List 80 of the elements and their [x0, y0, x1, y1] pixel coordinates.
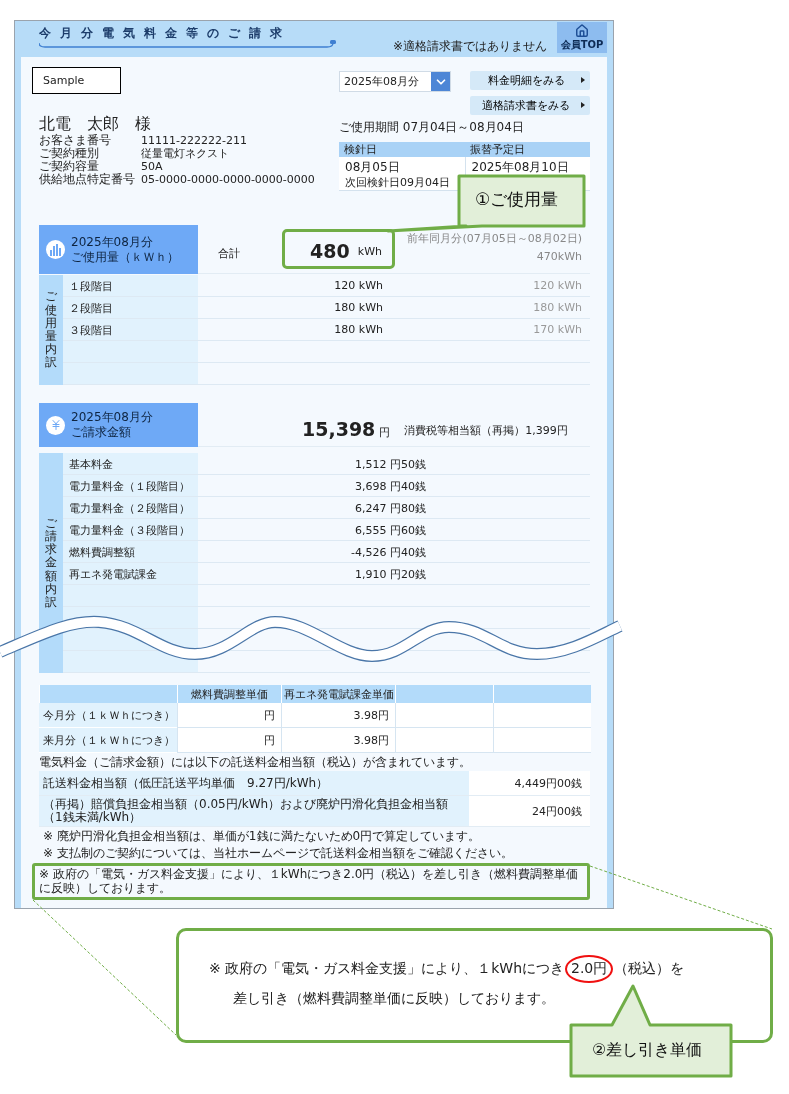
- previous-year-total: 470kWh: [536, 250, 582, 263]
- customer-name: 北電 太郎 様: [39, 114, 152, 134]
- row-label: 託送料金相当額（低圧託送平均単価 9.27円/kWh）: [39, 771, 469, 795]
- row-value: 180 kWh: [333, 322, 384, 338]
- row-label: 再エネ発電賦課金: [63, 563, 198, 584]
- total-label: 合計: [218, 245, 240, 261]
- info-value: 従量電灯ネクスト: [141, 147, 230, 160]
- row-label: （再掲）賠償負担金相当額（0.05円/kWh）および廃炉円滑化負担金相当額（1銭未満/kWh）: [39, 796, 469, 826]
- link-button[interactable]: 適格請求書をみる: [470, 96, 590, 115]
- info-value: 05-0000-0000-0000-0000-0000: [141, 173, 316, 186]
- row-label: ３段階目: [63, 319, 198, 340]
- notice-text: ※適格請求書ではありません: [392, 40, 547, 52]
- row-value: 1,512 円50銭: [354, 457, 427, 473]
- callout-label: ②差し引き単価: [592, 1040, 703, 1061]
- row-label: 電力量料金（３段階目）: [63, 519, 198, 540]
- info-value: 11111-222222-211: [141, 134, 248, 147]
- transfer-date: 2025年08月10日: [471, 160, 570, 175]
- caret-icon: [581, 77, 585, 83]
- bar-chart-icon: [46, 240, 65, 259]
- previous-value: 180 kWh: [532, 300, 583, 316]
- row-label: １段階目: [63, 275, 198, 296]
- column-header: 再エネ発電賦課金単価: [281, 685, 395, 703]
- month-select[interactable]: 2025年08月分: [339, 71, 451, 92]
- callout-label: ①ご使用量: [475, 188, 559, 211]
- row-value: 6,555 円60銭: [354, 523, 427, 539]
- row-label: 電力量料金（１段階目）: [63, 475, 198, 496]
- footnote: ※ 支払制のご契約については、当社ホームページで託送料金相当額をご確認ください。: [43, 846, 514, 860]
- caret-icon: [581, 102, 585, 108]
- info-value: 50A: [141, 160, 164, 173]
- member-top-button[interactable]: 会員TOP: [557, 22, 607, 53]
- table-cell: 円: [177, 703, 281, 728]
- usage-total: 480: [310, 240, 350, 262]
- row-label: 今月分（１ｋＷｈにつき）: [39, 703, 177, 728]
- section-label: ご使用量内訳: [45, 290, 57, 370]
- previous-value: 120 kWh: [532, 278, 583, 294]
- link-button[interactable]: 料金明細をみる: [470, 71, 590, 90]
- yen-icon: [46, 415, 65, 435]
- row-value: -4,526 円40銭: [350, 545, 427, 561]
- next-reading-date: 次回検針日09月04日: [345, 175, 451, 190]
- info-label: ご契約容量: [39, 160, 100, 173]
- row-value: 180 kWh: [333, 300, 384, 316]
- row-value: 6,247 円80銭: [354, 501, 427, 517]
- row-label: 電力量料金（２段階目）: [63, 497, 198, 518]
- previous-year-label: 前年同月分(07月05日～08月02日): [407, 231, 582, 246]
- table-cell: 3.98円: [281, 703, 395, 728]
- previous-value: 170 kWh: [532, 322, 583, 338]
- section-title: 2025年08月分 ご使用量（ｋＷｈ）: [71, 234, 179, 265]
- sample-label: Sample: [32, 67, 121, 94]
- page-title: 今月分電気料金等のご請求: [39, 27, 292, 40]
- tax-note: 消費税等相当額（再掲）1,399円: [404, 423, 568, 438]
- home-icon: [575, 24, 589, 38]
- note-text: 電気料金（ご請求金額）には以下の託送料金相当額（税込）が含まれています。: [39, 756, 472, 768]
- table-cell: 3.98円: [281, 728, 395, 753]
- footnote: ※ 廃炉円滑化負担金相当額は、単価が1銭に満たないため0円で算定しています。: [43, 830, 482, 844]
- section-label: ご請求金額内訳: [45, 516, 57, 610]
- row-value: 24円00銭: [469, 796, 590, 826]
- section-title: 2025年08月分 ご請求金額: [71, 410, 153, 440]
- row-value: 1,910 円20銭: [354, 567, 427, 583]
- bill-total: 15,398: [302, 418, 376, 440]
- column-header: 振替予定日: [464, 142, 590, 157]
- table-cell: 円: [177, 728, 281, 753]
- callout-note: ※ 政府の「電気・ガス料金支援」により、１kWhにつき 2.0円 （税込）を 差し引き（燃料費調整単価に反映）しております。: [209, 953, 770, 1013]
- column-header: 検針日: [339, 142, 465, 157]
- highlight-ellipse: [565, 955, 614, 983]
- row-value: 120 kWh: [333, 278, 384, 294]
- footnote: ※ 政府の「電気・ガス料金支援」により、１kWhにつき2.0円（税込）を差し引き（燃料費調整単価に反映）しております。: [39, 868, 580, 895]
- row-label: 燃料費調整額: [63, 541, 198, 562]
- row-label: 来月分（１ｋＷｈにつき）: [39, 728, 177, 753]
- column-header: 燃料費調整単価: [177, 685, 281, 703]
- reading-date: 08月05日: [345, 160, 401, 175]
- info-label: ご契約種別: [39, 147, 100, 160]
- info-label: 供給地点特定番号: [39, 173, 136, 186]
- row-value: 3,698 円40銭: [354, 479, 427, 495]
- row-label: ２段階目: [63, 297, 198, 318]
- row-label: 基本料金: [63, 453, 198, 474]
- usage-period: ご使用期間 07月04日～08月04日: [339, 119, 525, 136]
- unit-label: kWh: [357, 244, 382, 258]
- unit-label: 円: [379, 425, 391, 440]
- info-label: お客さま番号: [39, 134, 112, 147]
- row-value: 4,449円00銭: [469, 771, 590, 795]
